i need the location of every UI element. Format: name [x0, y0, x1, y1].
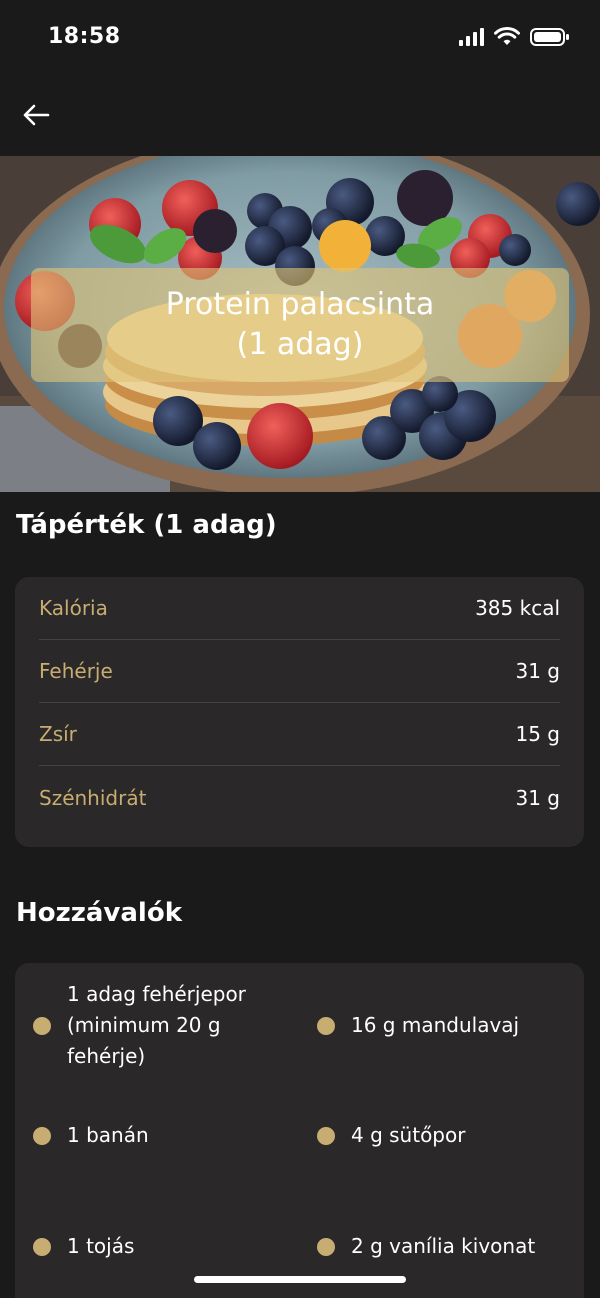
- nutrition-heading: Tápérték (1 adag): [16, 510, 277, 540]
- nutrition-value: 31 g: [515, 785, 560, 810]
- status-bar: 18:58: [0, 0, 600, 80]
- nutrition-row-carbs: Szénhidrát 31 g: [39, 766, 560, 829]
- nutrition-value: 385 kcal: [475, 596, 560, 620]
- nutrition-row-fat: Zsír 15 g: [39, 703, 560, 766]
- ingredient-text-line: fehérje): [67, 1044, 146, 1068]
- ingredient-text: 1 adag fehérjepor (minimum 20 g fehérje): [67, 979, 246, 1072]
- cellular-signal-icon: [459, 28, 484, 46]
- nutrition-label: Szénhidrát: [39, 785, 147, 810]
- recipe-title-overlay: Protein palacsinta (1 adag): [31, 268, 569, 382]
- nutrition-label: Fehérje: [39, 659, 113, 683]
- back-button[interactable]: [16, 95, 56, 135]
- ingredient-text-line: (minimum 20 g: [67, 1013, 221, 1037]
- battery-icon: [530, 28, 569, 46]
- ingredients-card: 1 adag fehérjepor (minimum 20 g fehérje)…: [15, 963, 584, 1298]
- ingredient-text: 4 g sütőpor: [351, 1123, 466, 1147]
- ingredient-item: 2 g vanília kivonat: [317, 1231, 535, 1262]
- ingredient-item: 1 banán: [33, 1120, 149, 1151]
- bullet-icon: [317, 1016, 335, 1035]
- bullet-icon: [317, 1126, 335, 1145]
- nutrition-row-protein: Fehérje 31 g: [39, 640, 560, 703]
- nutrition-value: 31 g: [515, 659, 560, 683]
- nutrition-row-calories: Kalória 385 kcal: [39, 577, 560, 640]
- bullet-icon: [317, 1237, 335, 1256]
- ingredient-text: 16 g mandulavaj: [351, 1013, 520, 1037]
- bullet-icon: [33, 1126, 51, 1145]
- nutrition-label: Kalória: [39, 596, 108, 620]
- nutrition-card: Kalória 385 kcal Fehérje 31 g Zsír 15 g …: [15, 577, 584, 847]
- wifi-icon: [494, 27, 520, 45]
- ingredient-text: 1 tojás: [67, 1234, 135, 1258]
- ingredient-text: 1 banán: [67, 1123, 149, 1147]
- ingredient-item: 16 g mandulavaj: [317, 1010, 519, 1041]
- home-indicator[interactable]: [194, 1276, 406, 1283]
- bullet-icon: [33, 1016, 51, 1035]
- ingredient-text-line: 1 adag fehérjepor: [67, 982, 246, 1006]
- status-time: 18:58: [48, 24, 121, 49]
- ingredients-heading: Hozzávalók: [16, 898, 182, 928]
- recipe-title-line-1: Protein palacsinta: [165, 287, 435, 322]
- nutrition-value: 15 g: [515, 722, 560, 746]
- status-icons: [459, 27, 570, 47]
- ingredient-item: 1 tojás: [33, 1231, 134, 1262]
- recipe-title-line-2: (1 adag): [236, 327, 364, 362]
- recipe-hero-image: Protein palacsinta (1 adag): [0, 156, 600, 492]
- ingredient-text: 2 g vanília kivonat: [351, 1234, 536, 1258]
- nutrition-label: Zsír: [39, 722, 77, 746]
- bullet-icon: [33, 1237, 51, 1256]
- arrow-left-icon: [23, 104, 50, 126]
- ingredient-item: 1 adag fehérjepor (minimum 20 g fehérje): [33, 979, 246, 1072]
- ingredient-item: 4 g sütőpor: [317, 1120, 465, 1151]
- recipe-screen: 18:58 Protein palacsinta (1 adag) Tápért…: [0, 0, 600, 1298]
